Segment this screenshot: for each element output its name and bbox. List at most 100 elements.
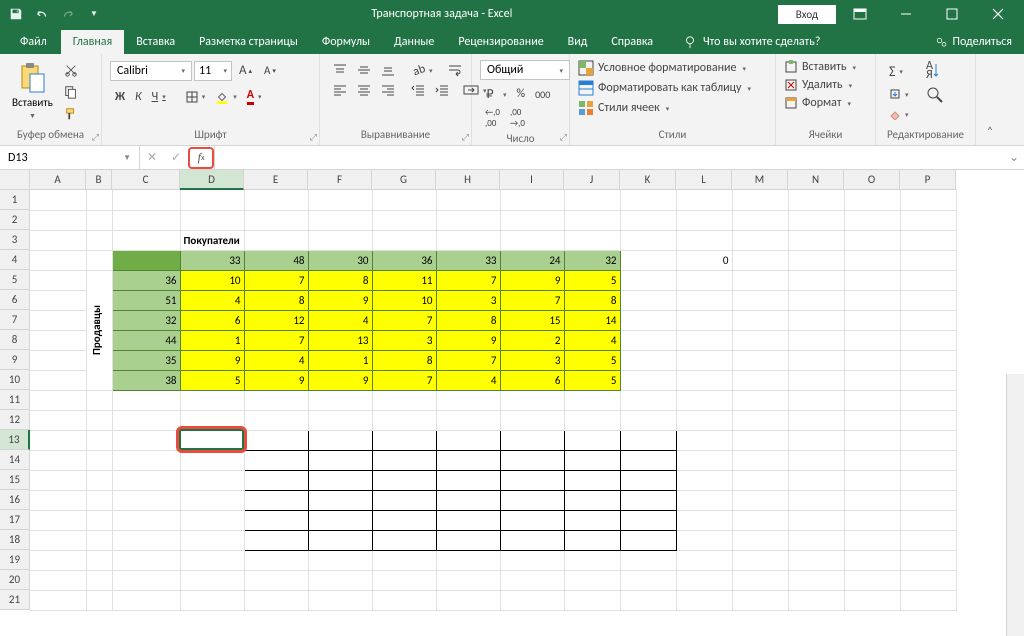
font-name-value: Calibri [117, 64, 148, 78]
row-headers[interactable]: 123456789101112131415161718192021 [0, 190, 30, 610]
svg-text:Я: Я [926, 68, 933, 82]
tab-home[interactable]: Главная [61, 30, 124, 54]
bold-button[interactable]: Ж [110, 85, 130, 108]
align-middle-button[interactable] [352, 60, 376, 80]
svg-text:₽: ₽ [486, 88, 494, 101]
tab-insert[interactable]: Вставка [124, 30, 187, 54]
format-cells-label: Формат [802, 96, 841, 110]
increase-font-button[interactable]: A▴ [234, 60, 257, 81]
tab-data[interactable]: Данные [382, 30, 446, 54]
font-size-select[interactable]: 11▾ [194, 61, 232, 81]
group-styles-label: Стили [578, 128, 767, 143]
tab-review[interactable]: Рецензирование [446, 30, 555, 54]
collapse-ribbon-button[interactable]: ˄ [976, 54, 1004, 145]
formula-bar: D13▼ ✕ ✓ fx ⌄ [0, 146, 1024, 170]
autosum-button[interactable]: Σ [884, 60, 914, 83]
cond-format-label: Условное форматирование [598, 61, 736, 75]
decrease-indent-button[interactable] [406, 80, 430, 100]
number-format-select[interactable]: Общий▾ [480, 60, 570, 80]
name-box[interactable]: D13▼ [0, 146, 140, 169]
align-center-button[interactable] [352, 80, 376, 100]
tab-help[interactable]: Справка [599, 30, 665, 54]
border-button[interactable] [181, 85, 211, 108]
number-launcher[interactable]: ⤢ [560, 132, 567, 143]
align-right-button[interactable] [376, 80, 400, 100]
quick-access-toolbar: ▼ [4, 2, 106, 26]
insert-cells-label: Вставить [802, 60, 847, 74]
cell-styles-button[interactable]: Стили ячеек [578, 98, 767, 118]
formula-input[interactable] [215, 156, 1004, 160]
undo-button[interactable] [30, 2, 54, 26]
tab-page-layout[interactable]: Разметка страницы [187, 30, 310, 54]
select-all-corner[interactable] [0, 170, 30, 190]
tab-formulas[interactable]: Формулы [310, 30, 382, 54]
save-button[interactable] [4, 2, 28, 26]
align-left-button[interactable] [328, 80, 352, 100]
table-format-label: Форматировать как таблицу [598, 81, 741, 95]
qat-customize[interactable]: ▼ [82, 2, 106, 26]
accounting-format-button[interactable]: ₽ [480, 84, 512, 104]
fill-button[interactable] [884, 85, 914, 103]
ribbon: Вставить ▼ Буфер обмена ⤢ Calibri▾ 11▾ A… [0, 54, 1024, 146]
window-title: Транспортная задача - Excel [106, 7, 778, 21]
underline-button[interactable]: Ч [147, 85, 171, 108]
insert-function-button[interactable]: fx [188, 147, 214, 169]
orientation-button[interactable]: ab [406, 60, 438, 80]
insert-cells-button[interactable]: Вставить [784, 58, 867, 76]
clipboard-launcher[interactable]: ⤢ [92, 132, 99, 143]
minimize-button[interactable] [884, 0, 928, 28]
paste-button[interactable]: Вставить ▼ [8, 60, 57, 122]
wrap-text-button[interactable] [442, 60, 468, 80]
number-format-value: Общий [487, 63, 523, 77]
vertical-scrollbar[interactable] [1006, 374, 1024, 636]
ribbon-display-button[interactable] [838, 0, 882, 28]
find-select-button[interactable] [924, 84, 946, 106]
group-cells-label: Ячейки [784, 128, 867, 143]
format-painter-button[interactable] [61, 104, 81, 124]
expand-formula-bar[interactable]: ⌄ [1004, 150, 1024, 165]
increase-indent-button[interactable] [430, 80, 454, 100]
decrease-font-button[interactable]: A▾ [259, 61, 281, 80]
clear-button[interactable] [884, 105, 914, 123]
tell-me-label: Что вы хотите сделать? [703, 35, 820, 49]
align-launcher[interactable]: ⤢ [462, 132, 469, 143]
column-headers[interactable]: ABCDEFGHIJKLMNOP [30, 170, 956, 190]
align-bottom-button[interactable] [376, 60, 400, 80]
name-box-value: D13 [8, 151, 28, 165]
sort-filter-button[interactable]: АЯ [924, 60, 946, 82]
percent-button[interactable]: % [512, 84, 531, 104]
enter-formula-button[interactable]: ✓ [164, 146, 188, 169]
copy-button[interactable] [61, 82, 81, 102]
login-button[interactable]: Вход [778, 5, 836, 24]
italic-button[interactable]: К [130, 85, 147, 108]
spreadsheet-grid[interactable]: ABCDEFGHIJKLMNOP 12345678910111213141516… [0, 170, 1024, 636]
group-number-label: Число [480, 132, 561, 147]
increase-decimal-button[interactable]: ←,0,00 [480, 104, 505, 132]
paste-label: Вставить [12, 96, 53, 109]
tab-view[interactable]: Вид [556, 30, 600, 54]
format-as-table-button[interactable]: Форматировать как таблицу [578, 78, 767, 98]
align-top-button[interactable] [328, 60, 352, 80]
delete-cells-button[interactable]: Удалить [784, 76, 867, 94]
format-cells-button[interactable]: Формат [784, 94, 867, 112]
comma-button[interactable]: 000 [530, 84, 555, 104]
svg-text:ab: ab [411, 63, 425, 77]
share-button[interactable]: Поделиться [923, 30, 1024, 54]
font-color-button[interactable]: А [242, 85, 267, 108]
tell-me[interactable]: Что вы хотите сделать? [673, 30, 830, 54]
font-name-select[interactable]: Calibri▾ [110, 61, 192, 81]
maximize-button[interactable] [930, 0, 974, 28]
fill-color-button[interactable] [210, 85, 242, 108]
share-label: Поделиться [953, 35, 1012, 49]
group-font-label: Шрифт [110, 128, 311, 143]
font-launcher[interactable]: ⤢ [310, 132, 317, 143]
cancel-formula-button[interactable]: ✕ [140, 146, 164, 169]
close-button[interactable] [976, 0, 1020, 28]
redo-button[interactable] [56, 2, 80, 26]
tab-file[interactable]: Файл [6, 30, 61, 54]
cut-button[interactable] [61, 60, 81, 80]
conditional-formatting-button[interactable]: Условное форматирование [578, 58, 767, 78]
decrease-decimal-button[interactable]: ,00→,0 [505, 104, 530, 132]
titlebar: ▼ Транспортная задача - Excel Вход [0, 0, 1024, 28]
font-size-value: 11 [199, 64, 211, 78]
